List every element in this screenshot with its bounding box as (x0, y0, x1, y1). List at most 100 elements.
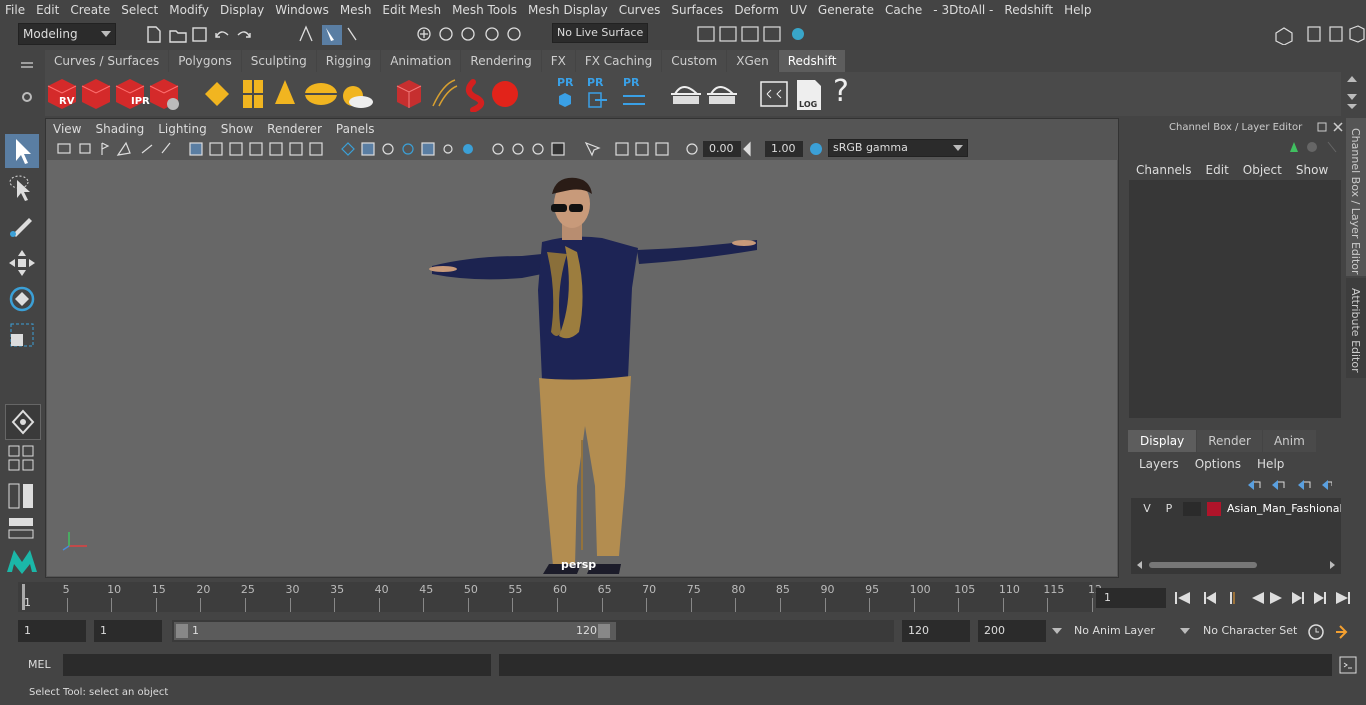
tab-rendering[interactable]: Rendering (461, 50, 541, 72)
shelf-menu-icon[interactable] (20, 58, 34, 68)
tab-fx-caching[interactable]: FX Caching (575, 50, 662, 72)
live-surface-field[interactable]: No Live Surface (552, 23, 648, 43)
paint-select-tool-icon[interactable] (5, 208, 39, 242)
menu-edit-mesh[interactable]: Edit Mesh (377, 0, 447, 21)
cb-menu-edit[interactable]: Edit (1199, 160, 1236, 180)
side-tab-channel-box[interactable]: Channel Box / Layer Editor (1346, 118, 1366, 276)
start-time-field[interactable]: 1 (18, 620, 86, 642)
range-slider[interactable]: 1 120 (172, 620, 894, 642)
cb-menu-show[interactable]: Show (1289, 160, 1335, 180)
layer-color-swatch[interactable] (1207, 502, 1221, 516)
tab-fx[interactable]: FX (541, 50, 575, 72)
layout-single-icon[interactable] (5, 444, 39, 472)
scale-tool-icon[interactable] (5, 318, 39, 352)
render-sequence-button[interactable] (81, 76, 113, 112)
area-light-button[interactable] (203, 76, 233, 112)
gear-icon[interactable] (20, 90, 34, 104)
menu-mesh-tools[interactable]: Mesh Tools (447, 0, 523, 21)
layer-row[interactable]: V P Asian_Man_Fashionab (1135, 500, 1341, 518)
vp-menu-shading[interactable]: Shading (88, 119, 151, 139)
volume-button[interactable] (463, 76, 493, 112)
render-settings-button[interactable] (149, 76, 181, 112)
layout-split-icon[interactable] (5, 482, 39, 510)
sphere-button[interactable] (493, 76, 523, 112)
menu-help[interactable]: Help (1059, 0, 1097, 21)
play-forwards-button[interactable] (1268, 588, 1288, 608)
step-forward-frame-button[interactable] (1292, 588, 1312, 608)
go-to-end-button[interactable] (1340, 588, 1360, 608)
range-slider-bar[interactable] (174, 622, 616, 640)
post-render-button-3[interactable] (619, 76, 649, 112)
menu-modify[interactable]: Modify (164, 0, 215, 21)
tab-xgen[interactable]: XGen (727, 50, 778, 72)
tab-animation[interactable]: Animation (381, 50, 461, 72)
anim-layer-dropdown[interactable]: No Anim Layer (1050, 620, 1162, 642)
playback-preferences-icons[interactable] (1306, 622, 1362, 642)
script-editor-button[interactable] (759, 76, 789, 112)
move-tool-icon[interactable] (5, 246, 39, 280)
le-menu-layers[interactable]: Layers (1129, 452, 1187, 476)
tab-polygons[interactable]: Polygons (169, 50, 241, 72)
tab-custom[interactable]: Custom (662, 50, 727, 72)
dome-light-button[interactable] (305, 76, 339, 112)
le-menu-options[interactable]: Options (1187, 452, 1249, 476)
tab-anim[interactable]: Anim (1262, 430, 1316, 452)
tab-rigging[interactable]: Rigging (316, 50, 381, 72)
undo-icon[interactable] (212, 25, 230, 43)
layer-name[interactable]: Asian_Man_Fashionab (1227, 502, 1341, 515)
portal-light-button[interactable] (239, 76, 269, 112)
exposure-field[interactable]: 0.00 (703, 141, 741, 157)
menu-create[interactable]: Create (65, 0, 116, 21)
gamma-field[interactable]: 1.00 (765, 141, 803, 157)
bake-button-1[interactable] (669, 76, 701, 112)
redo-icon[interactable] (234, 25, 252, 43)
menu-edit[interactable]: Edit (31, 0, 65, 21)
hair-button[interactable] (429, 76, 459, 112)
cb-menu-object[interactable]: Object (1236, 160, 1289, 180)
playback-start-field[interactable]: 1 (94, 620, 162, 642)
step-forward-key-button[interactable] (1316, 588, 1336, 608)
script-type-label[interactable]: MEL (28, 658, 51, 671)
menu-mesh[interactable]: Mesh (335, 0, 378, 21)
manipulator-icon[interactable] (5, 404, 41, 440)
help-icon[interactable]: ? (833, 74, 849, 109)
ies-light-button[interactable] (273, 76, 303, 112)
proxy-button[interactable] (395, 76, 425, 112)
channel-list[interactable] (1129, 180, 1341, 418)
vp-menu-lighting[interactable]: Lighting (151, 119, 214, 139)
end-time-field[interactable]: 200 (978, 620, 1046, 642)
go-to-start-button[interactable] (1172, 588, 1192, 608)
side-tab-attribute-editor[interactable]: Attribute Editor (1346, 278, 1366, 378)
cube-icon[interactable] (1276, 25, 1294, 43)
ipr-button[interactable] (115, 76, 147, 112)
time-slider[interactable]: 1 5 10 15 20 25 30 35 40 45 50 55 60 65 70 75 80 85 90 95 1… (18, 582, 1102, 612)
cb-menu-channels[interactable]: Channels (1122, 160, 1199, 180)
menu-mesh-display[interactable]: Mesh Display (523, 0, 614, 21)
viewport-canvas[interactable]: persp (47, 160, 1117, 576)
command-input[interactable] (63, 654, 491, 676)
layer-playback-toggle[interactable]: P (1161, 502, 1177, 516)
range-end-handle[interactable] (598, 624, 610, 638)
character-model[interactable] (47, 160, 1117, 576)
colorspace-dropdown[interactable]: sRGB gamma (828, 139, 968, 157)
tab-render[interactable]: Render (1197, 430, 1262, 452)
menu-select[interactable]: Select (116, 0, 164, 21)
open-scene-icon[interactable] (168, 25, 186, 43)
range-start-handle[interactable] (176, 624, 188, 638)
menu-uv[interactable]: UV (785, 0, 813, 21)
post-render-button-2[interactable] (585, 76, 613, 112)
layers-icon[interactable] (1348, 25, 1366, 43)
layer-reference-toggle[interactable] (1183, 502, 1201, 516)
layer-list-hscrollbar[interactable] (1137, 560, 1335, 570)
vp-menu-view[interactable]: View (46, 119, 88, 139)
render-view-button[interactable] (47, 76, 79, 112)
menu-deform[interactable]: Deform (729, 0, 785, 21)
character-set-dropdown[interactable]: No Character Set (1178, 620, 1302, 642)
shelf-scroll-arrows[interactable] (1344, 72, 1360, 112)
play-backwards-button[interactable] (1244, 588, 1264, 608)
step-back-frame-button[interactable] (1220, 588, 1240, 608)
channel-box-icons[interactable] (1284, 138, 1344, 156)
step-back-key-button[interactable] (1196, 588, 1216, 608)
tab-display[interactable]: Display (1128, 430, 1197, 452)
layer-action-icons[interactable] (1242, 476, 1332, 494)
